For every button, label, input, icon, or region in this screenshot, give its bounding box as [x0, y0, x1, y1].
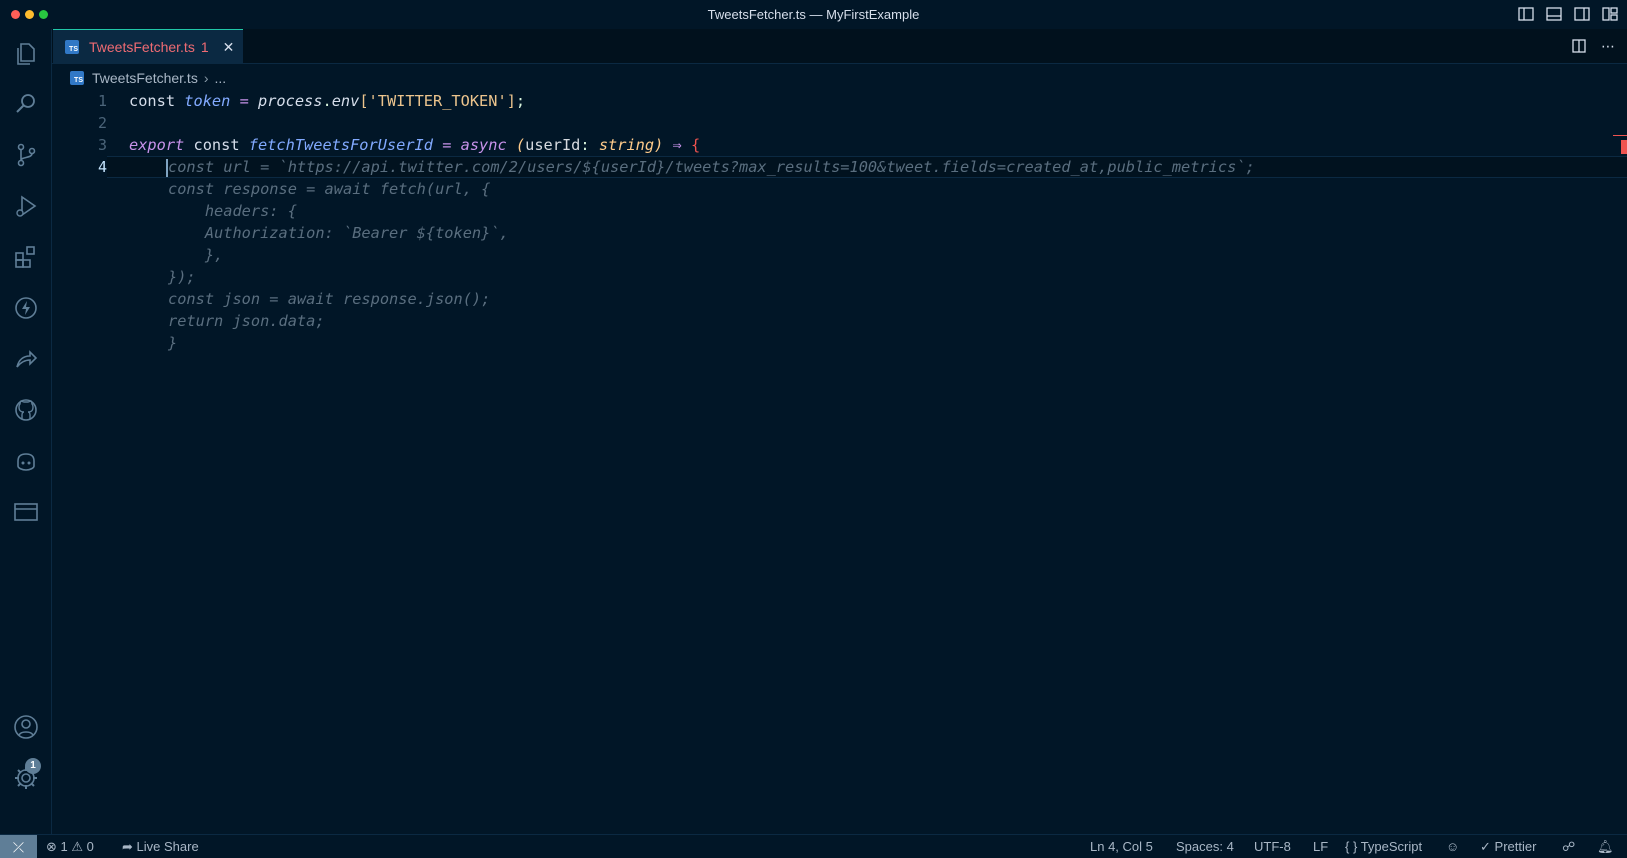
tab-label: TweetsFetcher.ts [89, 39, 195, 55]
live-share-button[interactable]: ➦ Live Share [122, 839, 199, 855]
indentation[interactable]: Spaces: 4 [1176, 839, 1234, 854]
typescript-file-icon: TS [70, 70, 84, 85]
language-mode[interactable]: { } TypeScript [1345, 839, 1422, 854]
explorer-icon[interactable] [12, 39, 40, 67]
inline-suggestion-line: Authorization: `Bearer ${token}`, [168, 224, 509, 242]
code-line: const token = process.env['TWITTER_TOKEN… [129, 92, 526, 110]
error-count: 1 [60, 839, 68, 854]
error-squiggle [1282, 171, 1294, 175]
gear-icon[interactable] [12, 764, 40, 792]
remote-explorer-icon[interactable] [12, 498, 40, 526]
line-number: 4 [97, 158, 107, 176]
customize-layout-icon[interactable] [1601, 5, 1619, 23]
inline-suggestion-line: } [168, 334, 178, 352]
inline-suggestion-line: const json = await response.json(); [168, 290, 491, 308]
tab-tweetsfetcher[interactable]: TS TweetsFetcher.ts 1 ✕ [53, 29, 243, 64]
close-icon[interactable]: ✕ [223, 39, 235, 56]
inline-suggestion-line: const url = `https://api.twitter.com/2/u… [168, 158, 1255, 176]
run-debug-icon[interactable] [12, 192, 40, 220]
warning-count: 0 [86, 839, 94, 854]
line-number: 2 [97, 114, 107, 132]
inline-suggestion-line: headers: { [168, 202, 297, 220]
github-icon[interactable] [12, 396, 40, 424]
cursor-position[interactable]: Ln 4, Col 5 [1090, 839, 1153, 854]
toggle-primary-sidebar-icon[interactable] [1517, 5, 1535, 23]
inline-suggestion-line: }, [168, 246, 224, 264]
breadcrumb-file[interactable]: TweetsFetcher.ts [92, 70, 198, 86]
search-icon[interactable] [12, 90, 40, 118]
chevron-right-icon: › [203, 69, 209, 86]
accounts-icon[interactable] [12, 713, 40, 741]
lightning-icon[interactable] [12, 294, 40, 322]
problems-indicator[interactable]: ⊗ 1 ⚠ 0 [46, 839, 94, 855]
braces-icon: { } [1345, 839, 1358, 854]
encoding[interactable]: UTF-8 [1254, 839, 1291, 854]
typescript-file-icon: TS [65, 40, 79, 54]
status-bar: ⤫ ⊗ 1 ⚠ 0 ➦ Live Share Ln 4, Col 5 Space… [0, 834, 1627, 858]
title-bar: TweetsFetcher.ts — MyFirstExample [0, 0, 1627, 29]
warning-icon: ⚠ [71, 839, 84, 854]
inline-suggestion-line: return json.data; [168, 312, 325, 330]
overview-ruler-error[interactable] [1621, 140, 1627, 154]
language-label: TypeScript [1360, 839, 1423, 854]
copilot-status-icon[interactable]: ☺ [1446, 839, 1459, 854]
inline-suggestion-line: const response = await fetch(url, { [168, 180, 491, 198]
copilot-icon[interactable] [12, 447, 40, 475]
live-share-icon: ➦ [122, 839, 133, 854]
more-actions-icon[interactable]: ⋯ [1601, 38, 1615, 57]
extensions-icon[interactable] [12, 243, 40, 271]
code-line: export const fetchTweetsForUserId = asyn… [129, 136, 701, 154]
toggle-panel-icon[interactable] [1545, 5, 1563, 23]
feedback-icon[interactable]: ☍ [1562, 839, 1575, 855]
code-editor[interactable]: 1 2 3 4 const token = process.env['TWITT… [52, 90, 1627, 834]
window-title: TweetsFetcher.ts — MyFirstExample [707, 7, 920, 22]
notifications-bell-icon[interactable]: 🔔︎ [1597, 839, 1614, 855]
live-share-icon[interactable] [12, 345, 40, 373]
split-editor-icon[interactable] [1571, 38, 1587, 57]
live-share-label: Live Share [136, 839, 199, 854]
inline-suggestion-line: }); [168, 268, 196, 286]
line-number: 3 [97, 136, 107, 154]
remote-indicator-icon[interactable]: ⤫ [0, 835, 37, 858]
end-of-line[interactable]: LF [1313, 839, 1328, 854]
tab-bar: TS TweetsFetcher.ts 1 ✕ ⋯ [52, 29, 1627, 64]
breadcrumb-more[interactable]: ... [215, 70, 227, 86]
tab-problem-count: 1 [200, 39, 209, 55]
overview-ruler-line [1613, 135, 1627, 136]
line-number: 1 [97, 92, 107, 110]
toggle-secondary-sidebar-icon[interactable] [1573, 5, 1591, 23]
breadcrumb: TS TweetsFetcher.ts › ... [52, 65, 1627, 90]
check-icon: ✓ [1480, 839, 1491, 854]
activity-bar: 1 [0, 29, 52, 834]
source-control-icon[interactable] [12, 141, 40, 169]
prettier-status[interactable]: ✓ Prettier [1480, 839, 1536, 855]
text-cursor [166, 159, 168, 177]
prettier-label: Prettier [1494, 839, 1537, 854]
error-icon: ⊗ [46, 839, 57, 854]
